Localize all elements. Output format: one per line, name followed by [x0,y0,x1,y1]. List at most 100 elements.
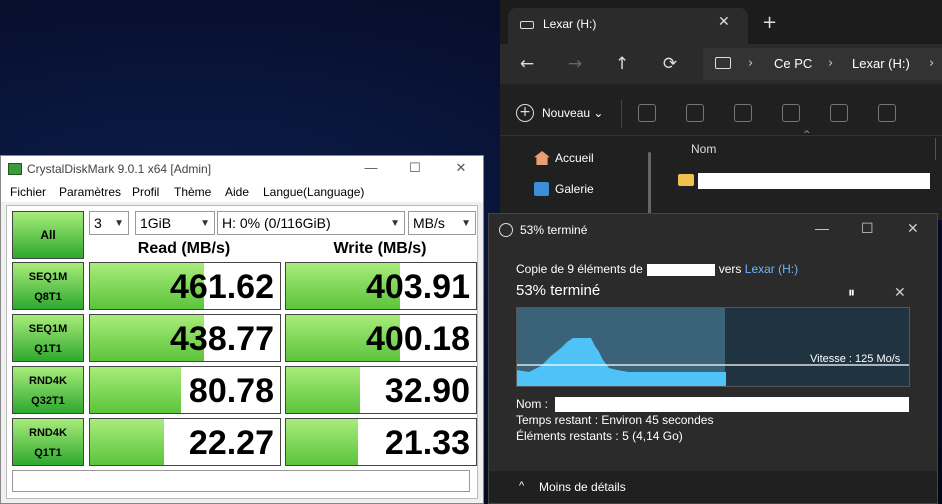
test-button-seq1m-q8t1[interactable]: SEQ1M Q8T1 [12,262,84,310]
test-button-rnd4k-q1t1[interactable]: RND4K Q1T1 [12,418,84,466]
rename-icon[interactable] [782,104,800,122]
minimize-button[interactable]: — [361,160,381,175]
clock-icon [499,223,513,237]
write-value: 403.91 [366,268,470,306]
refresh-button[interactable]: ⟳ [660,54,680,74]
menu-theme[interactable]: Thème [174,185,211,199]
test-params: Q1T1 [34,343,62,355]
percent-complete: 53% terminé [516,282,601,299]
sort-caret-icon: ^ [803,130,811,140]
menu-profil[interactable]: Profil [132,185,159,199]
dialog-title: 53% terminé [520,223,588,237]
speed-area [517,338,726,386]
column-divider[interactable] [935,138,936,160]
new-button-label: Nouveau ⌄ [542,106,604,120]
new-tab-button[interactable]: + [762,12,777,33]
cut-icon[interactable] [638,104,656,122]
chevron-down-icon: ▼ [114,218,124,229]
minimize-button[interactable]: — [815,220,829,236]
write-fill [286,419,359,465]
maximize-button[interactable]: ☐ [861,220,874,237]
cancel-button[interactable]: ✕ [894,284,906,301]
tab-close-icon[interactable]: ✕ [718,14,730,30]
window-title: CrystalDiskMark 9.0.1 x64 [Admin] [27,162,212,176]
chevron-right-icon[interactable]: › [828,56,833,71]
command-separator [621,100,622,128]
forward-button[interactable]: → [565,54,585,74]
chevron-right-icon[interactable]: › [748,56,753,71]
close-button[interactable]: ✕ [907,220,919,237]
folder-icon [678,174,694,186]
nav-scrollbar[interactable] [648,152,651,220]
maximize-button[interactable]: ☐ [405,160,425,176]
redacted-filename [698,173,930,189]
crystaldiskmark-window: CrystalDiskMark 9.0.1 x64 [Admin] — ☐ ✕ … [0,155,484,504]
destination-link[interactable]: Lexar (H:) [745,262,798,276]
less-details-button[interactable]: ^ Moins de détails [519,480,626,494]
back-button[interactable]: ← [517,54,537,74]
address-bar[interactable]: › Ce PC › Lexar (H:) › [703,48,942,80]
unit-select[interactable]: MB/s ▼ [408,211,476,235]
read-result: 80.78 [89,366,281,414]
chevron-right-icon[interactable]: › [929,56,934,71]
copy-progress-dialog: 53% terminé — ☐ ✕ Copie de 9 éléments de… [488,213,938,504]
write-result: 400.18 [285,314,477,362]
up-button[interactable]: ↑ [612,54,632,74]
write-result: 403.91 [285,262,477,310]
chevron-down-icon: ▼ [200,218,210,229]
crystaldiskmark-icon [8,163,22,175]
drive-select[interactable]: H: 0% (0/116GiB) ▼ [217,211,405,235]
nav-item-label: Galerie [555,182,594,196]
unit-select-value: MB/s [413,215,445,231]
size-select[interactable]: 1GiB ▼ [135,211,215,235]
test-params: Q32T1 [31,395,65,407]
read-result: 22.27 [89,418,281,466]
menu-aide[interactable]: Aide [225,185,249,199]
tab-strip: Lexar (H:) ✕ + [500,0,942,44]
paste-icon[interactable] [734,104,752,122]
list-item[interactable] [678,172,942,190]
plus-circle-icon: + [516,104,534,122]
transfer-speed-graph: Vitesse : 125 Mo/s [516,307,910,387]
write-value: 400.18 [366,320,470,358]
count-select[interactable]: 3 ▼ [89,211,129,235]
chevron-down-icon: ▼ [390,218,400,229]
delete-icon[interactable] [878,104,896,122]
close-button[interactable]: ✕ [451,160,471,176]
items-remaining: Éléments restants : 5 (4,14 Go) [516,429,683,443]
redacted-name [555,397,909,412]
test-name: SEQ1M [28,271,68,283]
speed-curve [517,338,909,386]
time-remaining: Temps restant : Environ 45 secondes [516,413,713,427]
read-value: 22.27 [188,424,274,462]
test-button-seq1m-q1t1[interactable]: SEQ1M Q1T1 [12,314,84,362]
comment-field[interactable] [12,470,470,492]
read-result: 438.77 [89,314,281,362]
share-icon[interactable] [830,104,848,122]
items-remaining-value: 5 (4,14 Go) [622,429,683,443]
chevron-up-icon: ^ [519,480,525,492]
size-select-value: 1GiB [140,215,172,231]
read-value: 461.62 [170,268,274,306]
menu-langue[interactable]: Langue(Language) [263,185,364,199]
menu-parametres[interactable]: Paramètres [59,185,121,199]
benchmark-panel: All 3 ▼ 1GiB ▼ H: 0% (0/116GiB) ▼ MB/s ▼… [6,205,478,499]
read-fill [90,419,165,465]
test-params: Q8T1 [34,291,62,303]
copy-description-to: vers [718,262,742,276]
pc-icon [715,57,731,69]
test-name: RND4K [29,375,67,387]
tab-lexar[interactable]: Lexar (H:) ✕ [508,8,748,44]
menu-fichier[interactable]: Fichier [10,185,46,199]
test-button-rnd4k-q32t1[interactable]: RND4K Q32T1 [12,366,84,414]
column-header-name[interactable]: Nom [691,142,716,156]
breadcrumb-this-pc[interactable]: Ce PC [774,56,812,71]
copy-icon[interactable] [686,104,704,122]
pause-button[interactable]: ⏸ [848,284,855,301]
speed-label: Vitesse : 125 Mo/s [810,353,901,365]
test-name: RND4K [29,427,67,439]
all-button[interactable]: All [12,211,84,259]
breadcrumb-lexar[interactable]: Lexar (H:) [852,56,910,71]
name-label: Nom : [516,397,549,411]
write-result: 32.90 [285,366,477,414]
